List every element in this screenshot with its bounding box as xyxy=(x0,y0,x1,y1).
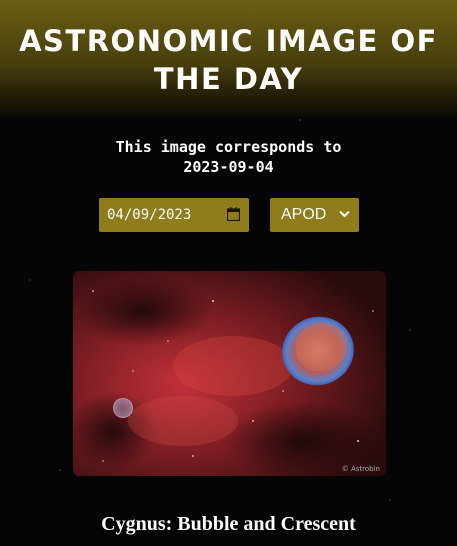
source-select-value: APOD xyxy=(281,206,327,223)
calendar-icon[interactable] xyxy=(227,207,240,221)
chevron-down-icon xyxy=(339,210,350,218)
controls-bar: 04/09/2023 APOD xyxy=(0,198,457,232)
page-title: ASTRONOMIC IMAGE OF THE DAY xyxy=(19,24,438,96)
date-info: This image corresponds to 2023-09-04 xyxy=(0,137,457,177)
date-info-value: 2023-09-04 xyxy=(183,158,274,176)
apod-image[interactable]: © Astrobin xyxy=(73,271,386,476)
date-info-label: This image corresponds to xyxy=(115,138,342,156)
image-credit-watermark: © Astrobin xyxy=(341,465,380,473)
image-title: Cygnus: Bubble and Crescent xyxy=(101,513,356,535)
date-input[interactable]: 04/09/2023 xyxy=(99,198,249,232)
source-select[interactable]: APOD xyxy=(270,198,359,232)
date-input-value: 04/09/2023 xyxy=(107,207,192,223)
